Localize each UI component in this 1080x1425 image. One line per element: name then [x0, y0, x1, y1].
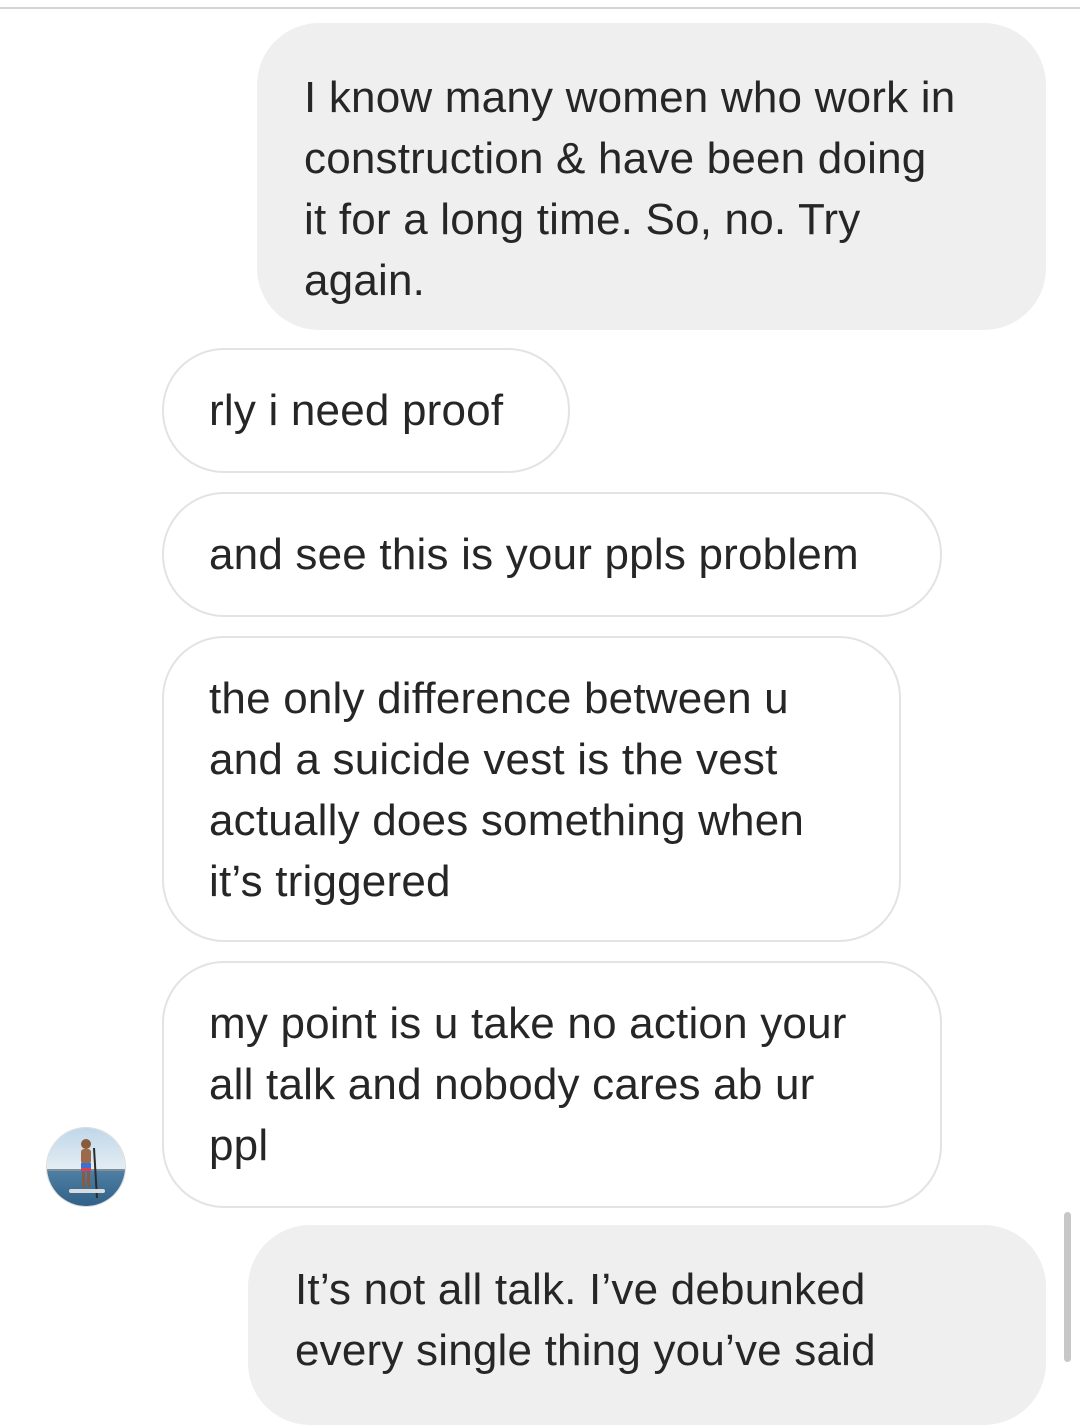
- sender-avatar[interactable]: [46, 1127, 126, 1207]
- received-message-bubble[interactable]: the only difference between u and a suic…: [162, 636, 901, 942]
- received-message-bubble[interactable]: rly i need proof: [162, 348, 570, 473]
- top-divider: [0, 7, 1080, 9]
- sent-message-bubble[interactable]: I know many women who work in constructi…: [257, 23, 1046, 330]
- sent-message-bubble[interactable]: It’s not all talk. I’ve debunked every s…: [248, 1225, 1046, 1425]
- profile-photo-avatar-icon: [47, 1128, 125, 1206]
- received-message-bubble[interactable]: my point is u take no action your all ta…: [162, 961, 942, 1208]
- scrollbar[interactable]: [1064, 1212, 1071, 1362]
- received-message-bubble[interactable]: and see this is your ppls problem: [162, 492, 942, 617]
